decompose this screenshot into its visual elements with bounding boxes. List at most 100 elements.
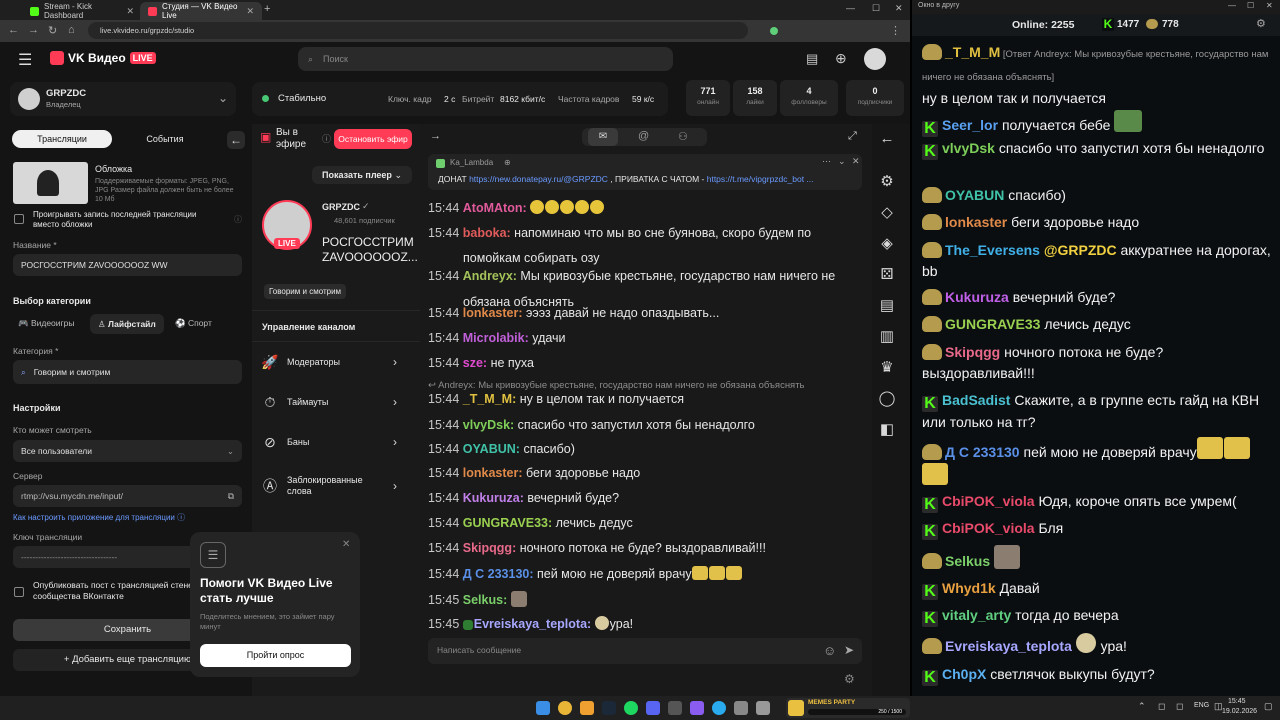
back-icon[interactable]: ← [8, 24, 19, 36]
minimize-icon[interactable]: — [846, 3, 855, 13]
message-author[interactable]: GUNGRAVE33: [463, 516, 556, 530]
search-input[interactable]: ⌕ Поиск [298, 47, 673, 71]
message-author[interactable]: Seer_lor [942, 117, 998, 133]
tab-events[interactable]: События [130, 130, 200, 148]
menu-moderators[interactable]: 🚀 Модераторы › [253, 342, 413, 382]
menu-blocked-words[interactable]: Ⓐ Заблокированные слова › [253, 465, 413, 507]
users-icon[interactable]: ⚇ [678, 130, 688, 143]
message-author[interactable]: Andreyx: [463, 269, 521, 283]
hamburger-icon[interactable]: ☰ [18, 50, 32, 70]
spotify-icon[interactable] [624, 701, 638, 715]
message-author[interactable]: BadSadist [942, 392, 1010, 408]
clip-icon[interactable]: ◧ [872, 420, 902, 451]
windows-start-icon[interactable] [536, 701, 550, 715]
settings-icon[interactable]: ⚙ [1256, 17, 1266, 30]
settings-icon[interactable]: ⚙ [872, 172, 902, 203]
settings-icon[interactable]: ⚙ [844, 672, 855, 686]
server-field[interactable]: rtmp://vsu.mycdn.me/input/⧉ [13, 485, 242, 507]
emoji-icon[interactable]: ☺ [823, 643, 836, 658]
tab-kick-dashboard[interactable]: Stream - Kick Dashboard ✕ [22, 2, 142, 20]
message-author[interactable]: Д С 233130: [463, 567, 537, 581]
category-sport[interactable]: ⚽ Спорт [175, 318, 212, 329]
collapse-icon[interactable]: ← [227, 131, 245, 149]
add-icon[interactable]: ⊕ [835, 50, 847, 67]
message-author[interactable]: Д С 233130 [945, 444, 1020, 460]
donate-link[interactable]: https://new.donatepay.ru/@GRPZDC [469, 174, 608, 184]
message-author[interactable]: AtoMAton: [463, 201, 530, 215]
chat-input[interactable]: Написать сообщение ☺ ➤ [428, 638, 862, 664]
close-icon[interactable]: ✕ [342, 539, 350, 550]
tray-icon[interactable]: ◻ [1176, 701, 1183, 712]
minimize-icon[interactable]: — [1228, 1, 1236, 10]
home-icon[interactable]: ⌂ [68, 24, 75, 36]
survey-button[interactable]: Пройти опрос [200, 644, 351, 667]
collapse-icon[interactable]: ⌄ [838, 156, 846, 167]
message-author[interactable]: CbiPOK_viola [942, 520, 1035, 536]
category-games[interactable]: 🎮 Видеоигры [18, 318, 74, 329]
message-author[interactable]: Evreiskaya_teplota: [474, 617, 595, 631]
avatar[interactable] [864, 48, 886, 70]
message-author[interactable]: lonkaster [945, 214, 1007, 230]
trophy-icon[interactable]: ♛ [872, 358, 902, 389]
tab-streams[interactable]: Трансляции [12, 130, 112, 148]
dice-icon[interactable]: ⚄ [872, 265, 902, 296]
chart-icon[interactable]: ▥ [872, 327, 902, 358]
message-author[interactable]: OYABUN [945, 187, 1004, 203]
telegram-icon[interactable] [712, 701, 726, 715]
app-icon[interactable] [756, 701, 770, 715]
message-author[interactable]: Skipqgg: [463, 541, 520, 555]
audience-select[interactable]: Все пользователи ⌄ [13, 440, 242, 462]
message-author[interactable]: lonkaster: [463, 466, 526, 480]
stream-name-input[interactable]: РОСГОССТРИМ ZAVOOOOOOZ WW [13, 254, 242, 276]
message-author[interactable]: Kukuruza [945, 289, 1009, 305]
vk-logo[interactable]: VK Видео LIVE [50, 51, 156, 65]
message-author[interactable]: CbiPOK_viola [942, 493, 1035, 509]
menu-bans[interactable]: ⊘ Баны › [253, 422, 413, 462]
message-author[interactable]: Kukuruza: [463, 491, 528, 505]
message-author[interactable]: OYABUN: [463, 442, 524, 456]
show-player-button[interactable]: Показать плеер ⌄ [312, 166, 412, 184]
menu-icon[interactable]: ⋮ [890, 24, 901, 37]
replay-checkbox[interactable] [14, 214, 24, 224]
back-icon[interactable]: ← [872, 130, 902, 158]
steam-icon[interactable] [602, 701, 616, 715]
telegram-link[interactable]: https://t.me/vipgrpzdc_bot ... [707, 174, 814, 184]
gem-icon[interactable]: ◈ [872, 234, 902, 265]
message-author[interactable]: baboka: [463, 226, 514, 240]
send-icon[interactable]: ➤ [844, 643, 854, 657]
message-author[interactable]: Skipqgg [945, 344, 1000, 360]
message-author[interactable]: _T_M_M: [463, 392, 520, 406]
url-input[interactable]: live.vkvideo.ru/grpzdc/studio [88, 22, 748, 39]
close-window-icon[interactable]: ✕ [895, 3, 903, 14]
tab-vk-studio[interactable]: Студия — VK Видео Live ✕ [140, 2, 262, 20]
category-input[interactable]: ⌕ Говорим и смотрим [13, 360, 242, 384]
obs-icon[interactable] [668, 701, 682, 715]
close-icon[interactable]: ✕ [126, 6, 134, 17]
channel-selector[interactable]: GRPZDC Владелец ⌄ [10, 82, 236, 116]
message-author[interactable]: sze: [463, 356, 491, 370]
more-icon[interactable]: ⋯ [822, 156, 831, 167]
stop-stream-button[interactable]: Остановить эфир [334, 129, 412, 149]
category-lifestyle[interactable]: ♙ Лайфстайл [90, 314, 164, 334]
inbox-icon[interactable]: ▤ [806, 51, 818, 67]
message-author[interactable]: Selkus: [463, 593, 511, 607]
list-icon[interactable]: ▤ [872, 296, 902, 327]
maximize-icon[interactable]: ☐ [872, 3, 880, 14]
chat-bubble-icon[interactable]: ◯ [872, 389, 902, 420]
tray-icon[interactable]: ◻ [1158, 701, 1165, 712]
message-author[interactable]: Ch0pX [942, 666, 986, 682]
publish-checkbox[interactable] [14, 587, 24, 597]
maximize-icon[interactable]: ☐ [1247, 1, 1254, 10]
pin-icon[interactable]: ⤢ [848, 130, 857, 143]
message-author[interactable]: Microlabik: [463, 331, 532, 345]
message-author[interactable]: Selkus [945, 553, 990, 569]
info-icon[interactable]: ⓘ [234, 214, 242, 225]
new-tab-icon[interactable]: + [264, 3, 270, 15]
info-icon[interactable]: ⓘ [322, 132, 331, 145]
menu-timeouts[interactable]: ⏱ Таймауты › [253, 382, 413, 422]
message-author[interactable]: vitaly_arty [942, 607, 1011, 623]
memes-party-widget[interactable]: MEMES PARTY 250 / 1500 [786, 698, 910, 718]
popout-icon[interactable]: → [430, 130, 441, 142]
tray-chevron-icon[interactable]: ⌃ [1138, 701, 1146, 712]
message-author[interactable]: vlvyDsk: [463, 418, 518, 432]
